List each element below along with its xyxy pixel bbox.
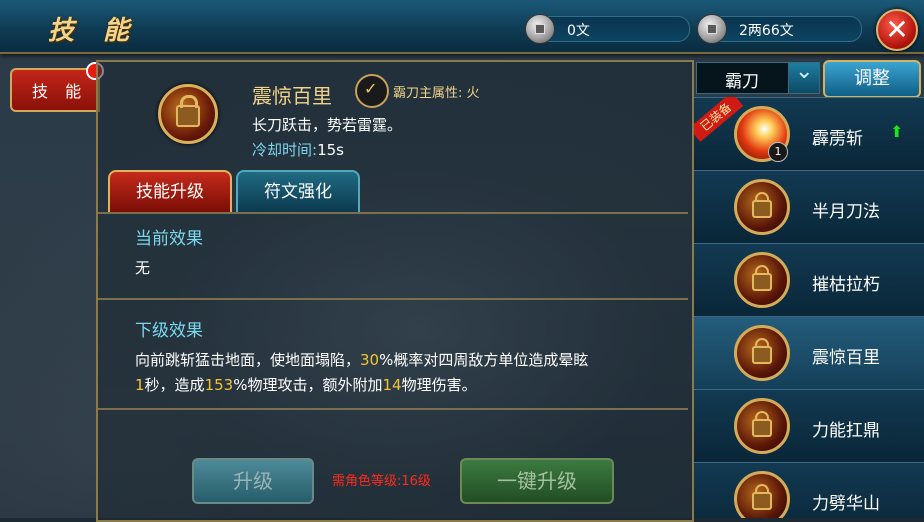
effect-text-segment: 向前跳斩猛击地面，使地面塌陷， [135,351,361,369]
lock-icon [176,95,200,128]
skill-list-name: 霹雳斩 [812,129,863,149]
upgrade-arrow-icon: ⬆ [890,122,904,141]
skill-side-tab[interactable]: 技 能 [10,62,104,112]
tab-rune-enhance[interactable]: 符文强化 [236,170,360,214]
skill-list-item[interactable]: 半月刀法 [694,170,924,244]
close-icon: ✕ [885,13,909,46]
level-requirement: 需角色等级:16级 [332,474,431,489]
effect-value: 30 [360,351,380,369]
one-click-upgrade-button[interactable]: 一键升级 [460,458,614,504]
skill-list-item[interactable]: 力能扛鼎 [694,389,924,463]
next-effect-text: 向前跳斩猛击地面，使地面塌陷，30%概率对四周敌方单位造成晕眩 1秒，造成153… [135,348,588,398]
coin-icon [525,14,555,44]
skill-icon [158,84,218,144]
skill-icon [734,325,790,381]
skill-list-item[interactable]: 力劈华山 [694,462,924,518]
lock-icon [752,411,772,437]
skill-list-name: 震惊百里 [812,348,880,368]
skill-list-name: 摧枯拉朽 [812,275,880,295]
chevron-down-icon[interactable] [788,59,819,93]
divider [98,408,688,410]
lock-icon [752,192,772,218]
skill-list-name: 力劈华山 [812,494,880,514]
effect-value: 14 [382,376,402,394]
skill-list-item[interactable]: 1 霹雳斩 已装备 ⬆ [694,97,924,171]
tab-skill-upgrade[interactable]: 技能升级 [108,170,232,214]
skill-icon [734,252,790,308]
skill-cooldown: 冷却时间:15s [252,139,344,160]
page-title: 技 能 [48,16,140,46]
skill-name: 震惊百里 [252,84,332,108]
effect-text-segment: 物理伤害。 [401,376,477,394]
skill-attribute: 霸刀主属性: 火 [393,86,480,101]
skill-list-name: 半月刀法 [812,202,880,222]
current-effect-text: 无 [135,259,151,277]
silver-currency: 2两66文 [697,14,862,44]
skill-description: 长刀跃击，势若雷霆。 [252,116,403,134]
sword-icon [355,74,389,108]
copper-value: 0文 [567,23,590,39]
dropdown-value: 霸刀 [725,72,759,92]
copper-currency: 0文 [525,14,690,44]
skill-icon [734,179,790,235]
side-tab-label: 技 能 [32,82,88,101]
skill-icon [734,398,790,454]
adjust-button[interactable]: 调整 [823,60,921,98]
effect-text-segment: %物理攻击，额外附加 [233,376,383,394]
skill-list-item[interactable]: 摧枯拉朽 [694,243,924,317]
next-effect-title: 下级效果 [135,321,203,341]
current-effect-title: 当前效果 [135,229,203,249]
header-bar: 技 能 0文 2两66文 ✕ [0,0,924,54]
skill-level-badge: 1 [768,142,788,162]
skill-list-item[interactable]: 震惊百里 [694,316,924,390]
coin-icon [697,14,727,44]
effect-value: 153 [204,376,234,394]
weapon-dropdown[interactable]: 霸刀 [696,59,820,94]
effect-text-segment: %概率对四周敌方单位造成晕眩 [379,351,589,369]
effect-value: 1 [135,376,145,394]
divider [98,298,688,300]
close-button[interactable]: ✕ [876,9,918,51]
skill-list-name: 力能扛鼎 [812,421,880,441]
skill-list: 1 霹雳斩 已装备 ⬆ 半月刀法 摧枯拉朽 震惊百里 力能扛鼎 力劈华山 [694,97,924,518]
cooldown-value: 15s [317,141,344,159]
lock-icon [752,338,772,364]
lock-icon [752,265,772,291]
upgrade-button[interactable]: 升级 [192,458,314,504]
skill-icon [734,471,790,518]
silver-value: 2两66文 [739,23,794,39]
lock-icon [752,484,772,510]
cooldown-label: 冷却时间: [252,141,318,159]
divider [98,212,688,214]
effect-text-segment: 秒，造成 [144,376,205,394]
